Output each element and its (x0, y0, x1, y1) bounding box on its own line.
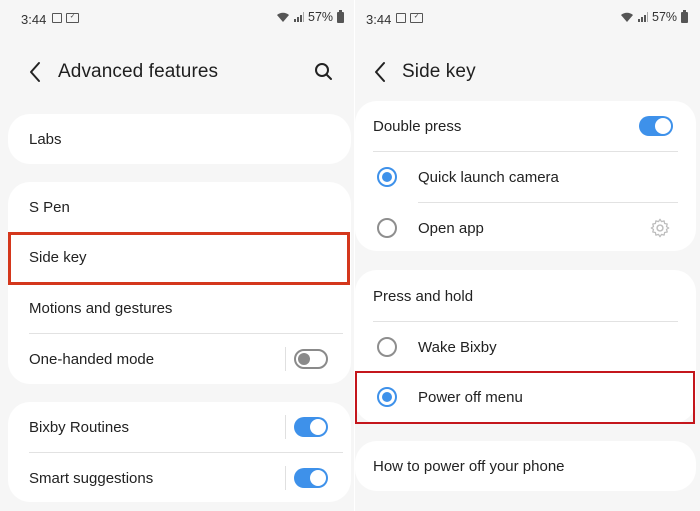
s-pen-item[interactable]: S Pen (8, 182, 351, 232)
quick-launch-camera-option[interactable]: Quick launch camera (355, 152, 696, 202)
open-app-label: Open app (418, 219, 484, 237)
back-arrow-icon[interactable] (25, 59, 47, 85)
app-notification-icon: ✓ (66, 13, 79, 23)
page-title: Advanced features (58, 61, 219, 82)
settings-gear-icon[interactable] (649, 217, 671, 239)
double-press-label: Double press (373, 117, 462, 135)
motions-gestures-label: Motions and gestures (29, 299, 173, 317)
smart-suggestions-toggle[interactable] (294, 468, 328, 488)
smart-suggestions-item[interactable]: Smart suggestions (8, 453, 351, 503)
gallery-notification-icon (52, 13, 62, 23)
quick-launch-camera-label: Quick launch camera (418, 168, 559, 186)
page-title: Side key (402, 61, 476, 82)
side-key-label: Side key (29, 249, 87, 266)
open-app-option[interactable]: Open app (355, 203, 696, 253)
open-app-radio[interactable] (377, 218, 397, 238)
power-off-menu-radio[interactable] (377, 387, 397, 407)
battery-percent: 57% (308, 10, 334, 24)
press-and-hold-card: Press and hold Wake Bixby Power off menu (355, 270, 696, 423)
press-and-hold-label: Press and hold (373, 287, 474, 305)
status-bar: 3:44 ✓ 57% (355, 0, 700, 36)
features-card: S Pen Side key Motions and gestures One-… (8, 182, 351, 384)
status-time: 3:44 (21, 12, 47, 27)
wake-bixby-option[interactable]: Wake Bixby (355, 322, 696, 372)
side-key-item[interactable]: Side key (8, 232, 351, 283)
toggle-divider (285, 466, 286, 490)
how-to-power-off-card: How to power off your phone (355, 441, 696, 491)
signal-icon (638, 12, 648, 22)
advanced-features-screen: 3:44 ✓ 57% Advanced features Labs S Pen … (0, 0, 355, 511)
bixby-card: Bixby Routines Smart suggestions (8, 402, 351, 502)
battery-percent: 57% (652, 10, 678, 24)
power-off-menu-option[interactable]: Power off menu (355, 372, 696, 423)
gallery-notification-icon (396, 13, 406, 23)
battery-icon (681, 9, 689, 23)
quick-launch-camera-radio[interactable] (377, 167, 397, 187)
status-right: 57% (276, 9, 345, 24)
signal-icon (294, 12, 304, 22)
app-notification-icon: ✓ (410, 13, 423, 23)
one-handed-mode-label: One-handed mode (29, 350, 155, 368)
status-bar: 3:44 ✓ 57% (0, 0, 355, 36)
battery-icon (337, 9, 345, 23)
wifi-icon (277, 12, 289, 22)
one-handed-mode-item[interactable]: One-handed mode (8, 334, 351, 384)
how-to-power-off-label: How to power off your phone (373, 457, 565, 475)
double-press-toggle[interactable] (639, 116, 673, 136)
labs-label: Labs (29, 130, 62, 148)
bixby-routines-label: Bixby Routines (29, 418, 130, 436)
how-to-power-off-item[interactable]: How to power off your phone (355, 441, 696, 491)
toggle-divider (285, 415, 286, 439)
press-and-hold-header: Press and hold (355, 270, 696, 322)
bixby-routines-toggle[interactable] (294, 417, 328, 437)
side-key-screen: 3:44 ✓ 57% Side key Double press Quick l… (355, 0, 700, 511)
labs-card: Labs (8, 114, 351, 164)
power-off-menu-label: Power off menu (418, 389, 523, 406)
toggle-divider (285, 347, 286, 371)
labs-item[interactable]: Labs (8, 114, 351, 164)
status-time: 3:44 (366, 12, 392, 27)
s-pen-label: S Pen (29, 198, 70, 216)
motions-gestures-item[interactable]: Motions and gestures (8, 283, 351, 333)
status-right: 57% (620, 9, 689, 24)
back-arrow-icon[interactable] (370, 59, 392, 85)
one-handed-mode-toggle[interactable] (294, 349, 328, 369)
search-icon[interactable] (313, 61, 335, 83)
wifi-icon (621, 12, 633, 22)
bixby-routines-item[interactable]: Bixby Routines (8, 402, 351, 452)
double-press-item[interactable]: Double press (355, 101, 696, 151)
wake-bixby-label: Wake Bixby (418, 338, 497, 356)
wake-bixby-radio[interactable] (377, 337, 397, 357)
smart-suggestions-label: Smart suggestions (29, 469, 154, 487)
double-press-card: Double press Quick launch camera Open ap… (355, 101, 696, 251)
